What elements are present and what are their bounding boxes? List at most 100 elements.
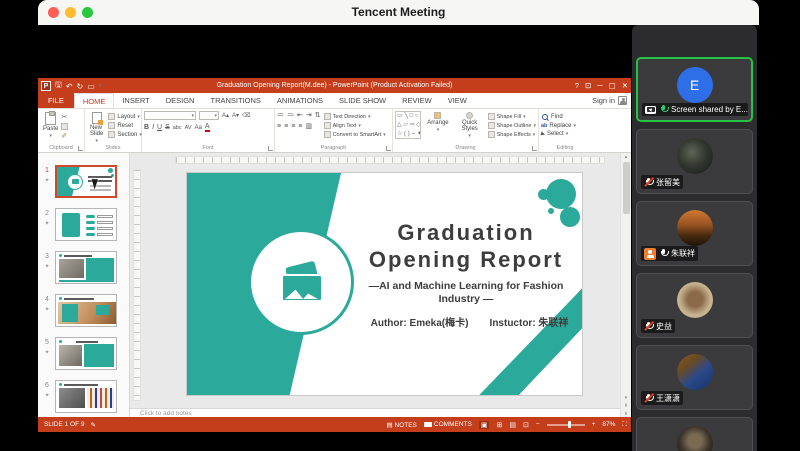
bullets-icon[interactable]: ≔ [277, 111, 284, 119]
comments-toggle[interactable]: COMMENTS [424, 421, 472, 428]
replace-button[interactable]: abReplace▾ [541, 123, 589, 129]
tab-design[interactable]: DESIGN [158, 93, 203, 108]
participant-tile-4[interactable]: 史益 [636, 273, 753, 338]
cut-icon[interactable]: ✂ [61, 113, 68, 121]
text-direction-button[interactable]: Text Direction▾ [324, 113, 386, 120]
format-painter-icon[interactable]: ✐ [61, 132, 68, 140]
close-icon[interactable]: ✕ [622, 78, 628, 93]
find-button[interactable]: Find [541, 113, 589, 121]
tab-transitions[interactable]: TRANSITIONS [202, 93, 268, 108]
maximize-icon[interactable]: ▢ [609, 78, 616, 93]
slideshow-view-button[interactable]: ⊡ [523, 421, 529, 429]
justify-icon[interactable]: ≡ [298, 123, 302, 130]
sign-in-button[interactable]: Sign in [592, 93, 631, 108]
normal-view-button[interactable]: ▣ [479, 421, 490, 429]
underline-button[interactable]: U [157, 124, 162, 131]
slide-title-line1[interactable]: Graduation [355, 219, 577, 246]
tab-animations[interactable]: ANIMATIONS [269, 93, 331, 108]
help-icon[interactable]: ? [575, 78, 579, 93]
scroll-down-icon[interactable]: ▾ [621, 395, 631, 401]
clear-formatting-icon[interactable]: ⌫ [242, 112, 250, 119]
section-button[interactable]: Section▾ [108, 131, 142, 138]
scrollbar-thumb[interactable] [623, 162, 630, 214]
previous-slide-icon[interactable]: ⇞ [621, 403, 631, 409]
align-center-icon[interactable]: ≡ [284, 123, 288, 130]
zoom-out-button[interactable]: − [536, 421, 540, 428]
slide-thumbnail-5[interactable] [55, 337, 117, 370]
reading-view-button[interactable]: ▤ [509, 421, 516, 429]
clipboard-dialog-launcher[interactable] [78, 146, 83, 151]
tab-file[interactable]: FILE [38, 93, 74, 108]
slide-thumbnail-4[interactable] [55, 294, 117, 327]
italic-button[interactable]: I [152, 124, 154, 131]
spellcheck-icon[interactable]: ✎ [90, 421, 95, 429]
layout-button[interactable]: Layout▾ [108, 113, 142, 120]
participant-tile-6[interactable] [636, 417, 753, 451]
slide-instructor[interactable]: Instuctor: 朱联祥 [490, 314, 569, 329]
grow-font-icon[interactable]: A▴ [222, 112, 229, 119]
slide-thumbnail-3[interactable] [55, 251, 117, 284]
reset-button[interactable]: Reset [108, 122, 142, 129]
font-size-combobox[interactable]: ▾ [199, 111, 219, 120]
slide-thumbnail-6[interactable] [55, 380, 117, 413]
slide-title-line2[interactable]: Opening Report [355, 246, 577, 273]
scroll-up-icon[interactable]: ▴ [621, 153, 631, 161]
quick-styles-button[interactable]: Quick Styles ▾ [455, 111, 485, 140]
new-slide-button[interactable]: New Slide ▾ [87, 111, 106, 145]
shape-fill-button[interactable]: Shape Fill▾ [488, 113, 536, 120]
minimize-traffic-light[interactable] [65, 7, 76, 18]
strikethrough-button[interactable]: S [165, 124, 170, 131]
shapes-gallery[interactable]: ▭ ╲ □ ○ ▭ ▴ △ ▱ ⇨ ◇ ○ ▾ ☆ ( ) ⌣ ✦ ▿ [395, 111, 421, 139]
slide-subtitle[interactable]: —AI and Machine Learning for Fashion Ind… [355, 280, 577, 306]
decrease-indent-icon[interactable]: ⇤ [297, 111, 303, 119]
font-dialog-launcher[interactable] [268, 146, 273, 151]
fit-to-window-icon[interactable]: ⛶ [622, 421, 627, 429]
close-traffic-light[interactable] [48, 7, 59, 18]
zoom-slider-thumb[interactable] [568, 421, 571, 428]
vertical-scrollbar[interactable]: ▴ ▾ ⇞ ⇟ [620, 153, 631, 417]
slide-canvas[interactable]: Graduation Opening Report —AI and Machin… [187, 173, 582, 395]
minimize-icon[interactable]: ─ [597, 78, 602, 93]
shrink-font-icon[interactable]: A▾ [232, 112, 239, 119]
zoom-in-button[interactable]: + [592, 421, 596, 428]
tab-home[interactable]: HOME [74, 93, 115, 108]
participant-tile-sharer[interactable]: E Screen shared by E... [636, 57, 753, 122]
tab-insert[interactable]: INSERT [114, 93, 157, 108]
paragraph-dialog-launcher[interactable] [386, 146, 391, 151]
notes-pane[interactable]: Click to add notes [130, 408, 620, 417]
notes-toggle[interactable]: ▤ NOTES [387, 421, 417, 429]
tab-slideshow[interactable]: SLIDE SHOW [331, 93, 394, 108]
zoom-percentage[interactable]: 87% [602, 421, 615, 428]
participant-tile-2[interactable]: 张留美 [636, 129, 753, 194]
participant-tile-3[interactable]: 朱联祥 [636, 201, 753, 266]
tab-review[interactable]: REVIEW [394, 93, 440, 108]
select-button[interactable]: Select▾ [541, 131, 589, 137]
fullscreen-traffic-light[interactable] [82, 7, 93, 18]
change-case-button[interactable]: Aa [195, 125, 202, 131]
font-color-button[interactable]: A [205, 123, 210, 132]
line-spacing-icon[interactable]: ⇅ [315, 111, 321, 119]
shape-outline-button[interactable]: Shape Outline▾ [488, 122, 536, 129]
shape-effects-button[interactable]: Shape Effects▾ [488, 131, 536, 138]
zoom-slider[interactable] [547, 424, 585, 426]
align-right-icon[interactable]: ≡ [291, 123, 295, 130]
numbering-icon[interactable]: ≕ [287, 111, 294, 119]
paste-button[interactable]: Paste ▾ [40, 111, 61, 140]
smartart-button[interactable]: Convert to SmartArt▾ [324, 131, 386, 138]
drawing-dialog-launcher[interactable] [532, 146, 537, 151]
slide-sorter-view-button[interactable]: ⊞ [496, 421, 502, 429]
slide-thumbnail-1[interactable] [55, 165, 117, 198]
character-spacing-button[interactable]: AV [185, 125, 192, 131]
ribbon-display-icon[interactable]: ⊡ [585, 78, 591, 93]
align-text-button[interactable]: Align Text▾ [324, 122, 386, 129]
font-name-combobox[interactable]: ▾ [144, 111, 196, 120]
columns-icon[interactable]: ▥ [305, 122, 312, 130]
increase-indent-icon[interactable]: ⇥ [306, 111, 312, 119]
align-left-icon[interactable]: ≡ [277, 123, 281, 130]
tab-view[interactable]: VIEW [440, 93, 475, 108]
participant-tile-5[interactable]: 王潇潇 [636, 345, 753, 410]
text-shadow-button[interactable]: abc [173, 125, 182, 131]
arrange-button[interactable]: Arrange ▾ [424, 111, 451, 134]
slide-thumbnail-2[interactable] [55, 208, 117, 241]
bold-button[interactable]: B [144, 124, 149, 131]
